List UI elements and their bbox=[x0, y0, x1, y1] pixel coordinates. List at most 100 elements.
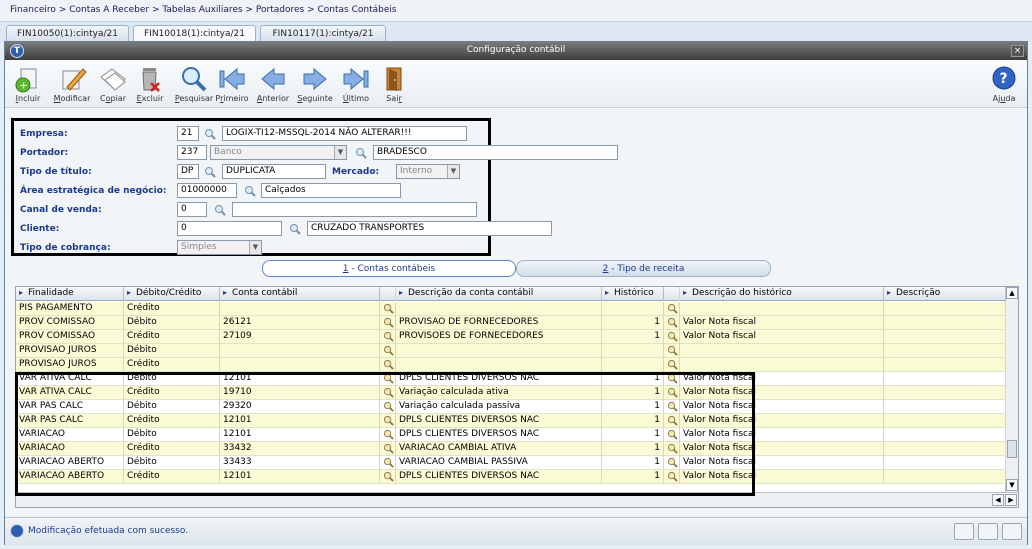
excluir-button[interactable]: Excluir bbox=[130, 63, 170, 107]
lookup-cell[interactable] bbox=[664, 330, 680, 344]
lookup-cell[interactable] bbox=[380, 344, 396, 358]
window-tab-fin10117[interactable]: FIN10117(1):cintya/21 bbox=[260, 25, 386, 42]
area-code-field[interactable]: 01000000 bbox=[177, 183, 237, 198]
magnifier-icon bbox=[667, 401, 678, 412]
close-window-button[interactable]: × bbox=[1011, 45, 1024, 57]
scroll-left-button[interactable]: ◀ bbox=[992, 494, 1004, 506]
lookup-cell[interactable] bbox=[380, 456, 396, 470]
table-cell bbox=[884, 414, 1006, 428]
grid-header-cell[interactable]: Descrição do histórico bbox=[680, 287, 884, 301]
table-row[interactable]: VAR ATIVA CALC Crédito 19710 Variação calcu… bbox=[16, 386, 1006, 400]
lookup-cell[interactable] bbox=[664, 372, 680, 386]
lookup-cell[interactable] bbox=[664, 344, 680, 358]
table-cell bbox=[602, 344, 664, 358]
table-row[interactable]: PROV COMISSAO Débito 26121 PROVISAO DE FORN… bbox=[16, 316, 1006, 330]
table-row[interactable]: PIS PAGAMENTO Crédito bbox=[16, 302, 1006, 316]
grid-header-cell[interactable]: Débito/Crédito bbox=[124, 287, 220, 301]
portador-lookup-icon[interactable] bbox=[355, 147, 367, 159]
table-cell: Débito bbox=[124, 316, 220, 330]
lookup-cell[interactable] bbox=[664, 386, 680, 400]
grid-header-cell[interactable]: Descrição bbox=[884, 287, 1006, 301]
lookup-cell[interactable] bbox=[664, 414, 680, 428]
grid-header-cell[interactable]: Conta contábil bbox=[220, 287, 380, 301]
window-tab-fin10050[interactable]: FIN10050(1):cintya/21 bbox=[6, 25, 129, 42]
portador-code-field[interactable]: 237 bbox=[177, 145, 207, 160]
table-row[interactable]: VAR PAS CALC Crédito 12101 DPLS CLIENTES DI… bbox=[16, 414, 1006, 428]
contas-contabeis-grid: FinalidadeDébito/CréditoConta contábil De… bbox=[15, 286, 1019, 508]
lookup-cell[interactable] bbox=[380, 386, 396, 400]
lookup-cell[interactable] bbox=[664, 442, 680, 456]
incluir-button[interactable]: + Incluir bbox=[8, 63, 48, 107]
table-row[interactable]: PROVISAO JUROS Débito bbox=[16, 344, 1006, 358]
empresa-lookup-icon[interactable] bbox=[204, 128, 216, 140]
lookup-cell[interactable] bbox=[664, 302, 680, 316]
tab-contas-contabeis[interactable]: 1 - Contas contábeis bbox=[262, 260, 516, 277]
table-row[interactable]: VARIACAO Débito 12101 DPLS CLIENTES DIVERSO… bbox=[16, 428, 1006, 442]
table-cell bbox=[884, 386, 1006, 400]
lookup-cell[interactable] bbox=[664, 456, 680, 470]
lookup-cell[interactable] bbox=[380, 414, 396, 428]
scroll-right-button[interactable]: ▶ bbox=[1005, 494, 1017, 506]
window-tab-bar: FIN10050(1):cintya/21 FIN10018(1):cintya… bbox=[0, 22, 1032, 43]
table-cell bbox=[884, 470, 1006, 484]
lookup-cell[interactable] bbox=[380, 330, 396, 344]
vertical-scroll-thumb[interactable] bbox=[1007, 440, 1017, 458]
grid-header-cell[interactable]: Histórico bbox=[602, 287, 664, 301]
primeiro-button[interactable]: Primeiro bbox=[212, 63, 252, 107]
tipo-titulo-lookup-icon[interactable] bbox=[204, 166, 216, 178]
lookup-cell[interactable] bbox=[380, 442, 396, 456]
table-cell: PROV COMISSAO bbox=[16, 330, 124, 344]
modificar-button[interactable]: Modificar bbox=[50, 63, 94, 107]
cliente-lookup-icon[interactable] bbox=[289, 223, 301, 235]
lookup-cell[interactable] bbox=[664, 316, 680, 330]
magnifier-icon bbox=[667, 415, 678, 426]
print-icon[interactable] bbox=[978, 523, 998, 540]
table-cell bbox=[884, 400, 1006, 414]
anterior-button[interactable]: Anterior bbox=[253, 63, 293, 107]
lookup-cell[interactable] bbox=[380, 372, 396, 386]
grid-header-cell[interactable]: Descrição da conta contábil bbox=[396, 287, 602, 301]
lookup-cell[interactable] bbox=[380, 470, 396, 484]
lookup-cell[interactable] bbox=[380, 358, 396, 372]
lookup-cell[interactable] bbox=[380, 302, 396, 316]
canal-code-field[interactable]: 0 bbox=[177, 202, 207, 217]
scroll-down-button[interactable]: ▼ bbox=[1006, 479, 1018, 491]
portador-type-select[interactable]: Banco ▼ bbox=[210, 145, 347, 160]
seguinte-button[interactable]: Seguinte bbox=[295, 63, 335, 107]
horizontal-scrollbar[interactable]: ◀ ▶ bbox=[16, 492, 1018, 507]
table-row[interactable]: VARIACAO ABERTO Débito 33433 VARIACAO CAMBI… bbox=[16, 456, 1006, 470]
ajuda-button[interactable]: ? Ajuda bbox=[984, 63, 1024, 107]
sair-button[interactable]: Sair bbox=[374, 63, 414, 107]
message-icon[interactable] bbox=[1002, 523, 1022, 540]
lookup-cell[interactable] bbox=[664, 428, 680, 442]
lookup-cell[interactable] bbox=[380, 428, 396, 442]
vertical-scrollbar[interactable]: ▲ ▼ bbox=[1005, 287, 1018, 492]
area-lookup-icon[interactable] bbox=[244, 185, 256, 197]
table-cell: PROVISOES DE FORNECEDORES bbox=[396, 330, 602, 344]
table-row[interactable]: PROV COMISSAO Crédito 27109 PROVISOES DE FO… bbox=[16, 330, 1006, 344]
table-row[interactable]: VAR ATIVA CALC Débito 12101 DPLS CLIENTES D… bbox=[16, 372, 1006, 386]
table-row[interactable]: VARIACAO ABERTO Crédito 12101 DPLS CLIENTES… bbox=[16, 470, 1006, 484]
table-row[interactable]: VAR PAS CALC Débito 29320 Variação calculad… bbox=[16, 400, 1006, 414]
tab-tipo-receita[interactable]: 2 - Tipo de receita bbox=[516, 260, 771, 277]
lookup-cell[interactable] bbox=[664, 470, 680, 484]
canal-lookup-icon[interactable] bbox=[214, 204, 226, 216]
copiar-button[interactable]: Copiar bbox=[93, 63, 133, 107]
grid-header-cell[interactable]: Finalidade bbox=[16, 287, 124, 301]
lookup-cell[interactable] bbox=[380, 400, 396, 414]
pesquisar-button[interactable]: Pesquisar bbox=[172, 63, 216, 107]
tipo-titulo-code-field[interactable]: DP bbox=[177, 164, 199, 179]
lookup-cell[interactable] bbox=[664, 358, 680, 372]
scroll-up-button[interactable]: ▲ bbox=[1006, 287, 1018, 299]
empresa-code-field[interactable]: 21 bbox=[177, 126, 199, 141]
cliente-code-field[interactable]: 0 bbox=[177, 221, 282, 236]
mercado-select[interactable]: Interno ▼ bbox=[396, 164, 460, 179]
pesquisar-label-post: esquisar bbox=[179, 94, 214, 103]
lookup-cell[interactable] bbox=[380, 316, 396, 330]
table-row[interactable]: PROVISAO JUROS Crédito bbox=[16, 358, 1006, 372]
table-row[interactable]: VARIACAO Crédito 33432 VARIACAO CAMBIAL ATI… bbox=[16, 442, 1006, 456]
cobranca-select[interactable]: Simples ▼ bbox=[177, 240, 262, 255]
resize-icon[interactable] bbox=[954, 523, 974, 540]
ultimo-button[interactable]: Último bbox=[336, 63, 376, 107]
lookup-cell[interactable] bbox=[664, 400, 680, 414]
